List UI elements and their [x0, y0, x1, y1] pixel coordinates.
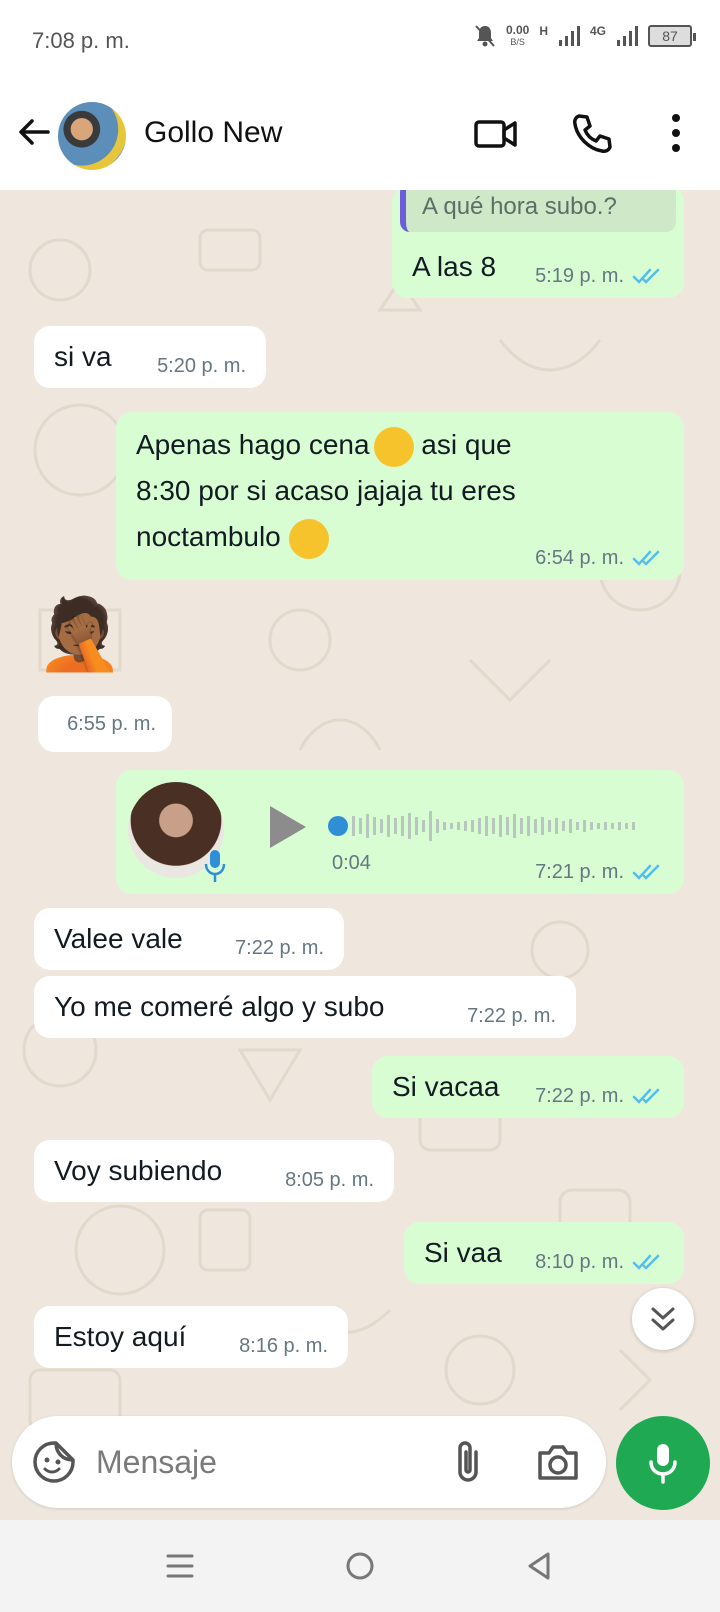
microphone-icon	[204, 850, 226, 882]
read-ticks-icon	[632, 268, 660, 284]
back-triangle-icon[interactable]	[520, 1546, 560, 1586]
scroll-to-bottom-button[interactable]	[632, 1288, 694, 1350]
message-bubble-outgoing[interactable]: Apenas hago cena asi que 8:30 por si aca…	[116, 412, 684, 580]
read-ticks-icon	[632, 864, 660, 880]
message-time: 5:20 p. m.	[157, 355, 246, 377]
message-bubble-incoming[interactable]: Estoy aquí 8:16 p. m.	[34, 1306, 348, 1368]
message-bubble-outgoing[interactable]: Si vacaa 7:22 p. m.	[372, 1056, 684, 1118]
message-text: Voy subiendo	[54, 1155, 223, 1186]
status-icons: 0.00 B/S H 4G 87	[474, 23, 696, 48]
camera-icon[interactable]	[536, 1440, 580, 1484]
read-ticks-icon	[632, 1088, 660, 1104]
chat-area[interactable]: A qué hora subo.? A las 8 5:19 p. m. si …	[0, 190, 720, 1520]
sticker-emoji-icon[interactable]	[32, 1440, 76, 1484]
message-bubble-incoming[interactable]: Valee vale 7:22 p. m.	[34, 908, 344, 970]
message-time: 6:54 p. m.	[535, 547, 624, 569]
message-text: Si vacaa	[392, 1071, 500, 1102]
bell-muted-icon	[475, 25, 495, 47]
more-options-icon[interactable]	[656, 110, 696, 156]
message-meta: 8:16 p. m.	[239, 1336, 328, 1356]
message-text: si va	[54, 341, 112, 372]
quoted-message[interactable]: A qué hora subo.?	[400, 190, 676, 232]
message-bubble-outgoing[interactable]: A qué hora subo.? A las 8 5:19 p. m.	[392, 190, 684, 298]
double-chevron-down-icon	[651, 1307, 675, 1331]
message-meta: 6:54 p. m.	[535, 548, 664, 568]
net-speed: 0.00 B/S	[505, 23, 530, 47]
message-meta: 8:10 p. m.	[535, 1252, 664, 1272]
message-time: 7:22 p. m.	[235, 937, 324, 959]
message-time: 8:10 p. m.	[535, 1251, 624, 1273]
status-time: 7:08 p. m.	[32, 28, 130, 53]
message-time: 7:22 p. m.	[535, 1085, 624, 1107]
message-meta: 7:21 p. m.	[535, 862, 664, 882]
signal-bars-icon	[617, 26, 638, 46]
message-text: Apenas hago cena asi que 8:30 por si aca…	[136, 422, 656, 565]
recent-apps-icon[interactable]	[160, 1546, 200, 1586]
read-ticks-icon	[632, 1254, 660, 1270]
paperclip-icon[interactable]	[450, 1438, 486, 1486]
message-time: 7:22 p. m.	[467, 1005, 556, 1027]
audio-waveform[interactable]	[328, 806, 658, 846]
message-bubble-incoming[interactable]: Voy subiendo 8:05 p. m.	[34, 1140, 394, 1202]
microphone-icon	[649, 1444, 677, 1484]
message-time: 8:05 p. m.	[285, 1169, 374, 1191]
message-text: A las 8	[412, 251, 497, 282]
emoji-message[interactable]: 🤦🏾	[36, 594, 123, 674]
contact-avatar[interactable]	[58, 102, 126, 170]
signal-type-1: H	[539, 24, 548, 38]
play-icon[interactable]	[266, 804, 308, 850]
read-ticks-icon	[632, 550, 660, 566]
battery-indicator: 87	[648, 25, 696, 47]
home-icon[interactable]	[340, 1546, 380, 1586]
message-composer	[12, 1416, 606, 1508]
message-meta: 6:55 p. m.	[67, 714, 156, 734]
message-bubble-incoming[interactable]: 6:55 p. m.	[38, 696, 172, 752]
message-meta: 8:05 p. m.	[285, 1170, 374, 1190]
message-text: Estoy aquí	[54, 1321, 187, 1352]
message-time: 7:21 p. m.	[535, 861, 624, 883]
phone-call-icon[interactable]	[570, 112, 614, 156]
message-meta: 7:22 p. m.	[535, 1086, 664, 1106]
message-text: Yo me comeré algo y subo	[54, 991, 385, 1022]
message-bubble-incoming[interactable]: Yo me comeré algo y subo 7:22 p. m.	[34, 976, 576, 1038]
message-meta: 5:19 p. m.	[535, 266, 664, 286]
message-meta: 7:22 p. m.	[235, 938, 324, 958]
signal-type-2: 4G	[589, 24, 606, 38]
message-time: 5:19 p. m.	[535, 265, 624, 287]
melting-face-emoji-icon	[373, 426, 414, 467]
message-text: Si vaa	[424, 1237, 502, 1268]
message-time: 8:16 p. m.	[239, 1335, 328, 1357]
signal-bars-icon	[558, 26, 580, 46]
message-meta: 5:20 p. m.	[157, 356, 246, 376]
back-arrow-icon[interactable]	[14, 112, 54, 152]
message-time: 6:55 p. m.	[67, 713, 156, 735]
message-bubble-incoming[interactable]: si va 5:20 p. m.	[34, 326, 266, 388]
system-navigation-bar	[0, 1520, 720, 1612]
voice-message-bubble[interactable]: 0:04 7:21 p. m.	[116, 770, 684, 894]
message-meta: 7:22 p. m.	[467, 1006, 556, 1026]
voice-record-button[interactable]	[616, 1416, 710, 1510]
chat-header: Gollo New	[0, 80, 720, 190]
message-input[interactable]	[96, 1436, 426, 1488]
message-text: Valee vale	[54, 923, 183, 954]
rolling-laughing-emoji-icon	[282, 512, 335, 565]
video-call-icon[interactable]	[474, 114, 518, 154]
voice-duration: 0:04	[332, 852, 371, 874]
contact-name[interactable]: Gollo New	[144, 116, 282, 150]
message-bubble-outgoing[interactable]: Si vaa 8:10 p. m.	[404, 1222, 684, 1284]
status-bar: 7:08 p. m. 0.00 B/S H 4G 87	[0, 0, 720, 80]
